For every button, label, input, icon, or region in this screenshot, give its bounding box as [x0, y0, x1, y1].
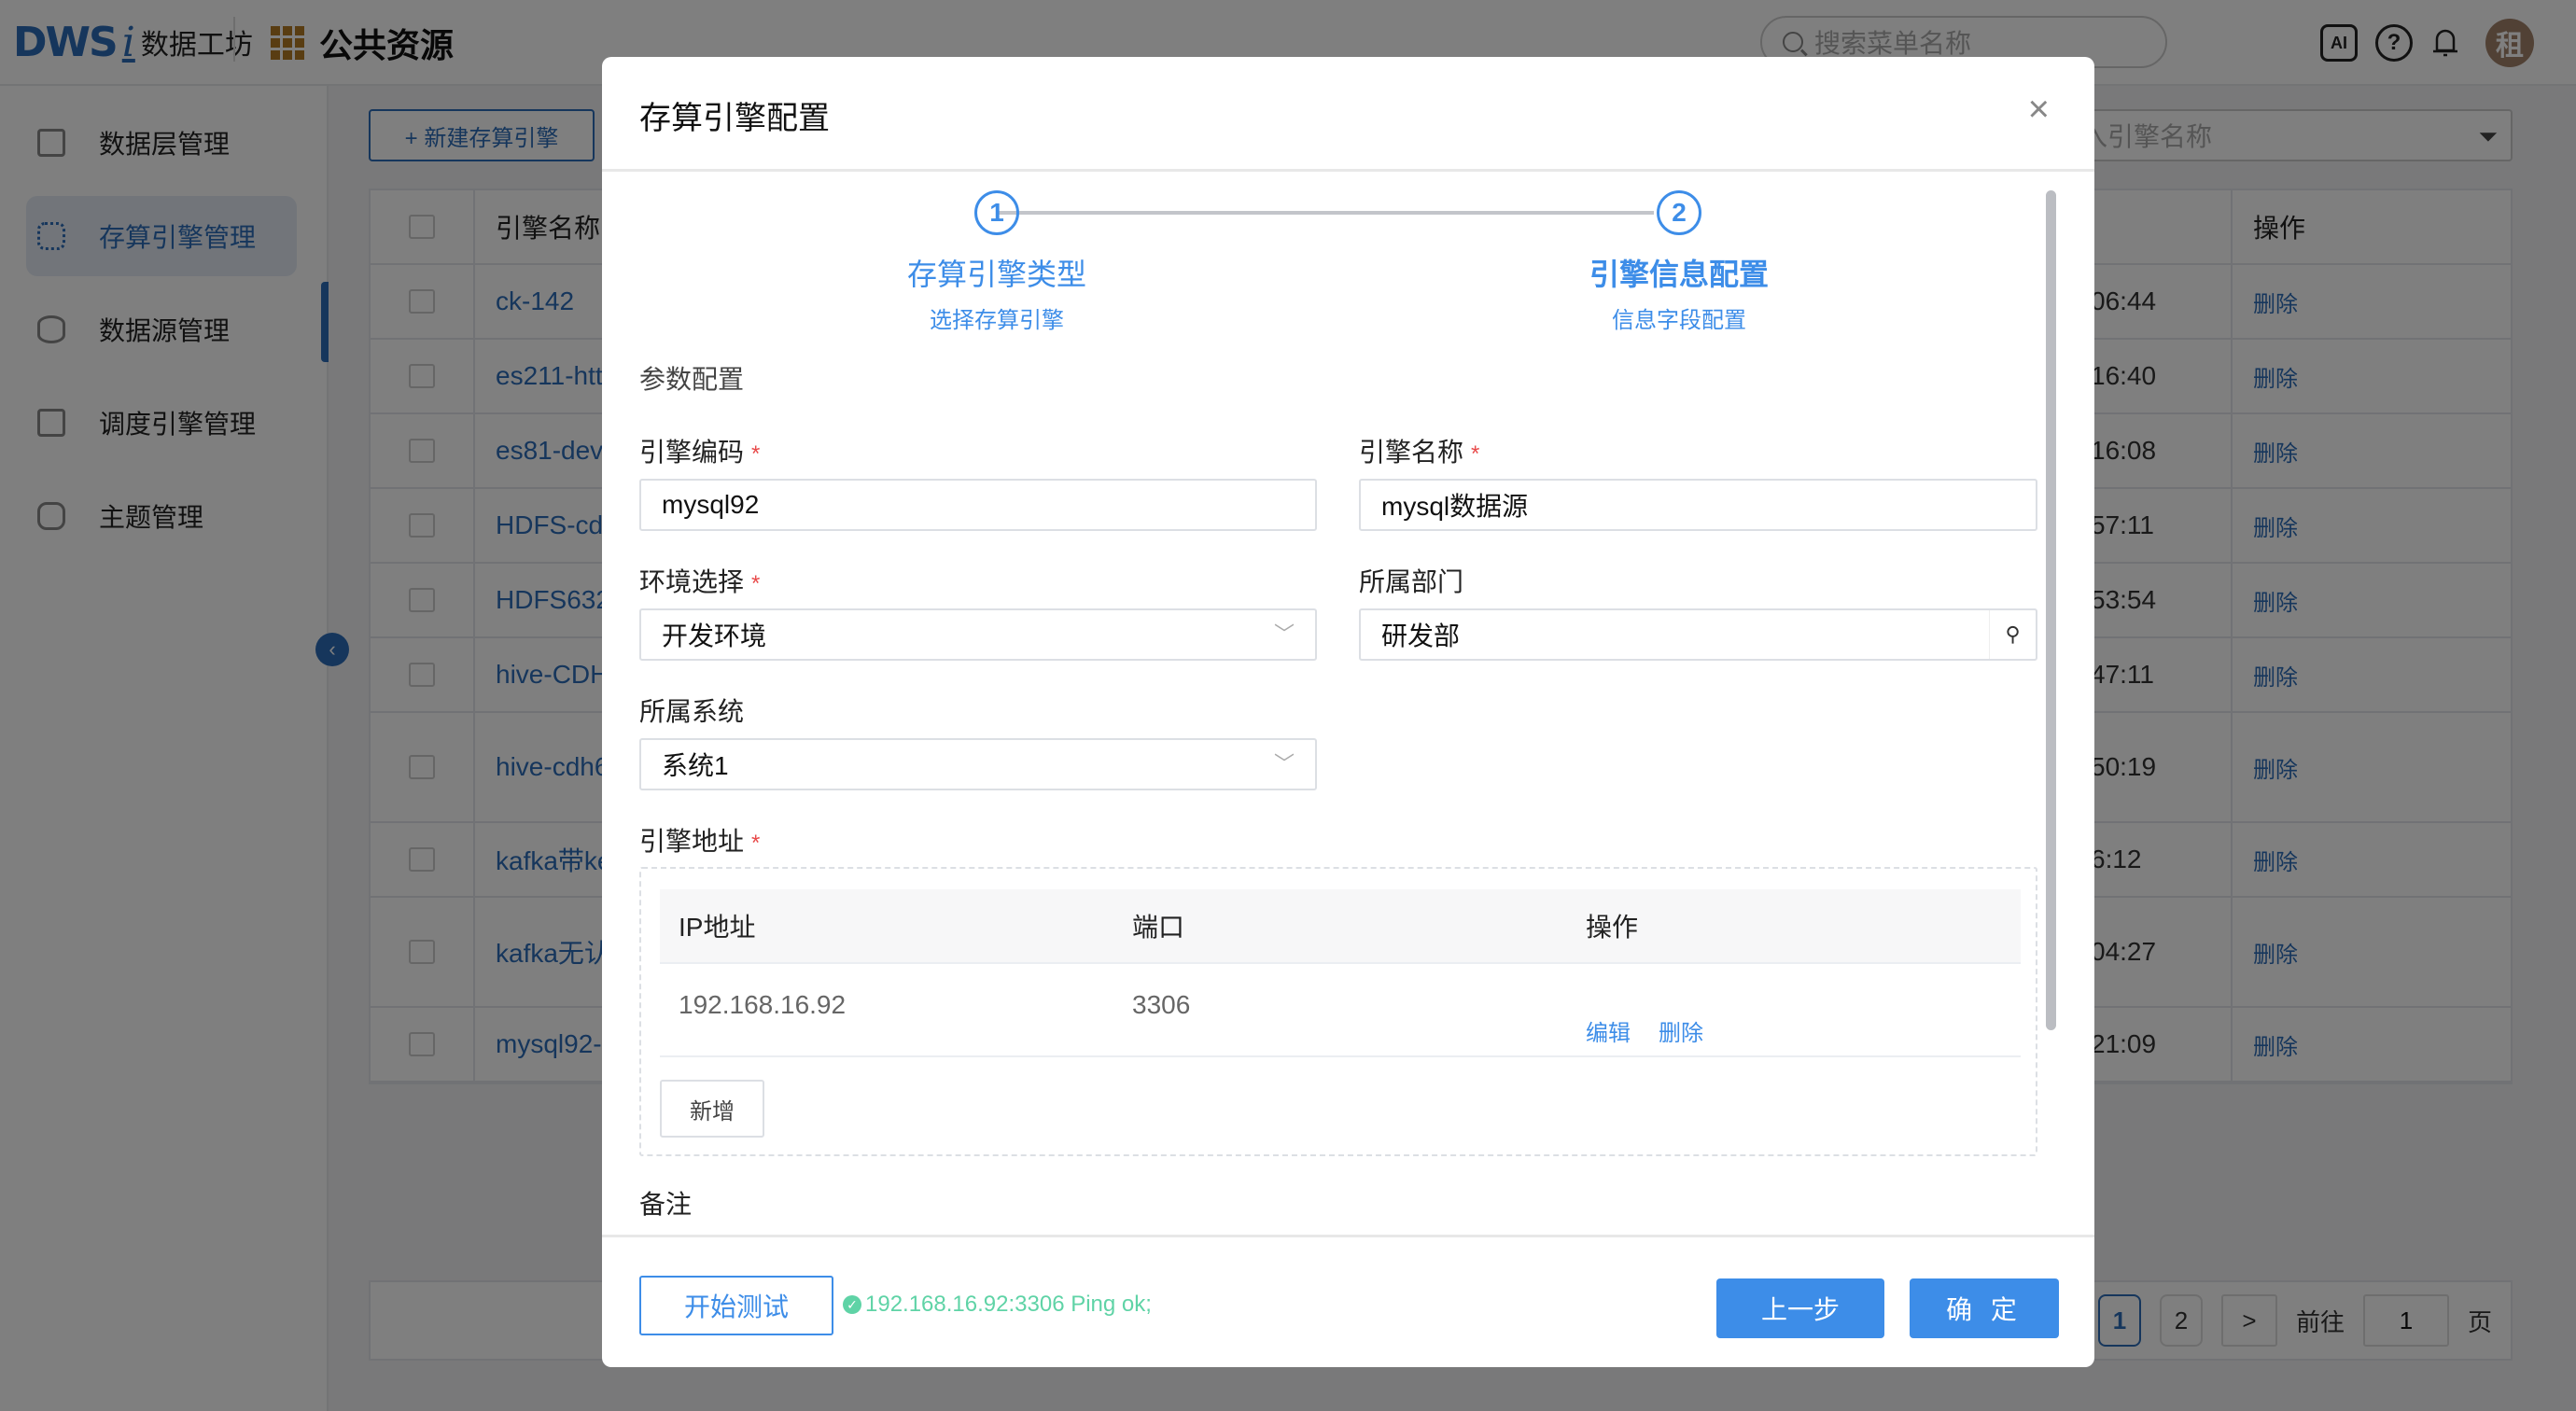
modal-title: 存算引擎配置 — [639, 101, 830, 136]
column-header-port: 端口 — [1132, 913, 1185, 942]
add-address-button[interactable]: 新增 — [660, 1080, 764, 1138]
engine-name-label: 引擎名称 * — [1359, 438, 1480, 467]
engine-code-label: 引擎编码 * — [639, 438, 761, 467]
ops-cell: 编辑 删除 — [1567, 990, 2021, 1047]
engine-config-modal: 存算引擎配置 × 1 2 存算引擎类型 引擎信息配置 选择存算引擎 信息字段配置… — [602, 57, 2094, 1367]
engine-code-input[interactable]: mysql92 — [639, 479, 1317, 531]
ping-result-text: 192.168.16.92:3306 Ping ok; — [865, 1292, 1152, 1317]
address-label: 引擎地址 * — [639, 827, 761, 856]
department-label: 所属部门 — [1359, 567, 1464, 596]
system-label: 所属系统 — [639, 697, 745, 726]
previous-step-button[interactable]: 上一步 — [1716, 1278, 1884, 1338]
environment-select[interactable]: 开发环境 ﹀ — [639, 608, 1317, 661]
column-header-ops: 操作 — [1586, 913, 1639, 942]
section-title: 参数配置 — [639, 365, 745, 394]
chevron-down-icon: ﹀ — [1273, 752, 1295, 775]
search-icon[interactable]: ⚲ — [1989, 610, 2036, 659]
ping-result: ✓ 192.168.16.92:3306 Ping ok; — [843, 1292, 1152, 1318]
close-icon[interactable]: × — [2028, 91, 2050, 128]
department-value: 研发部 — [1381, 622, 1461, 650]
modal-scrollbar[interactable] — [2046, 190, 2056, 1030]
address-table-header: IP地址 端口 操作 — [660, 889, 2021, 964]
environment-value: 开发环境 — [662, 622, 767, 650]
step-2-title: 引擎信息配置 — [1589, 258, 1769, 291]
step-connector — [997, 211, 1654, 215]
system-select[interactable]: 系统1 ﹀ — [639, 738, 1317, 790]
address-table: IP地址 端口 操作 192.168.16.92 3306 编辑 删除 — [660, 889, 2021, 1057]
edit-link[interactable]: 编辑 — [1586, 1014, 1631, 1047]
engine-name-input[interactable]: mysql数据源 — [1359, 479, 2037, 531]
address-box: IP地址 端口 操作 192.168.16.92 3306 编辑 删除 新增 — [639, 867, 2037, 1156]
step-1-icon: 1 — [974, 190, 1019, 235]
environment-label: 环境选择 * — [639, 567, 761, 596]
system-value: 系统1 — [662, 751, 729, 780]
remark-label: 备注 — [639, 1190, 693, 1219]
chevron-down-icon: ﹀ — [1273, 622, 1295, 646]
footer-divider — [602, 1235, 2094, 1237]
divider — [602, 169, 2094, 172]
column-header-ip: IP地址 — [679, 913, 756, 942]
step-2-subtitle: 信息字段配置 — [1612, 308, 1746, 333]
table-row: 192.168.16.92 3306 编辑 删除 — [660, 964, 2021, 1057]
step-1-subtitle: 选择存算引擎 — [930, 308, 1064, 333]
step-2-icon: 2 — [1657, 190, 1701, 235]
start-test-button[interactable]: 开始测试 — [639, 1276, 833, 1335]
department-input[interactable]: 研发部 ⚲ — [1359, 608, 2037, 661]
port-cell: 3306 — [1132, 990, 1191, 1019]
step-1-title: 存算引擎类型 — [906, 258, 1086, 291]
check-circle-icon: ✓ — [843, 1295, 861, 1314]
delete-link[interactable]: 删除 — [1659, 1014, 1703, 1047]
ip-cell: 192.168.16.92 — [679, 990, 847, 1019]
confirm-button[interactable]: 确 定 — [1910, 1278, 2059, 1338]
